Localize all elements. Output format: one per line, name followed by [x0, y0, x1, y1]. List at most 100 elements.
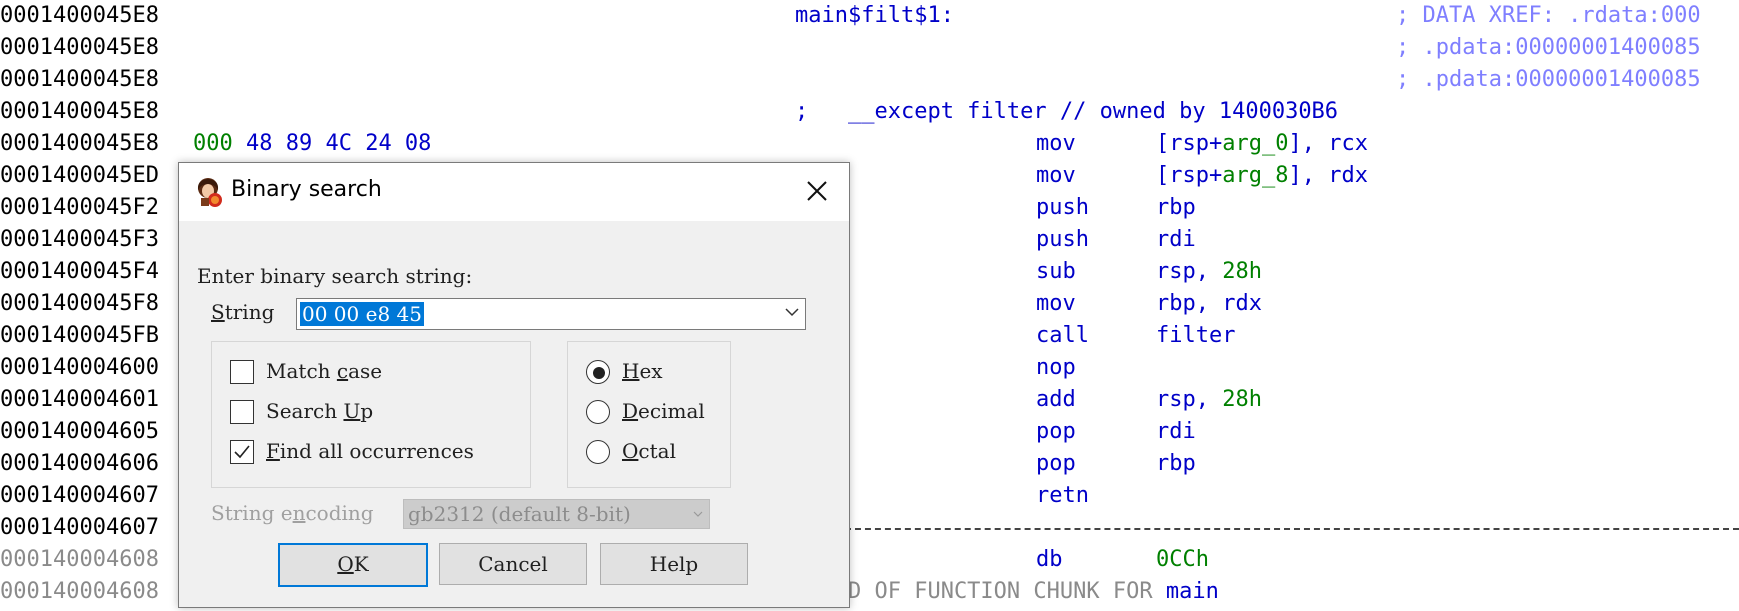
address[interactable]: 0001400045F4: [0, 256, 159, 288]
options-group: Match case Search Up Find all occurrence…: [211, 341, 531, 488]
listing-row[interactable]: 0001400045E8 ; .pdata:00000001400085: [0, 64, 1739, 96]
address[interactable]: 0001400045E8: [0, 32, 159, 64]
address[interactable]: 0001400045E8: [0, 64, 159, 96]
search-string-value[interactable]: 00 00 e8 45: [300, 302, 424, 326]
listing-row[interactable]: 0001400045E8 ; __except filter // owned b…: [0, 96, 1739, 128]
listing-row[interactable]: 0001400045E8 ; .pdata:00000001400085: [0, 32, 1739, 64]
dialog-titlebar[interactable]: Binary search: [179, 163, 849, 221]
operands[interactable]: rdi: [1156, 416, 1196, 448]
radio-circle[interactable]: [586, 440, 610, 464]
address[interactable]: 0001400045E8: [0, 0, 159, 32]
radio-circle[interactable]: [586, 400, 610, 424]
address[interactable]: 0001400045ED: [0, 160, 159, 192]
chevron-down-icon[interactable]: [785, 308, 799, 317]
opcode-hex[interactable]: 48 89 4C 24 08: [233, 131, 431, 156]
dialog-title: Binary search: [231, 177, 382, 202]
address[interactable]: 0001400045FB: [0, 320, 159, 352]
listing-row[interactable]: 0001400045E8 mov [rsp+arg_0], rcx 000 48 89…: [0, 128, 1739, 160]
mnemonic[interactable]: nop: [1036, 352, 1076, 384]
operand-part[interactable]: 28h: [1222, 259, 1262, 284]
listing-row[interactable]: 0001400045E8 main$filt$1: ; DATA XREF: .rd…: [0, 0, 1739, 32]
operand-part[interactable]: filter: [1156, 323, 1235, 348]
ok-button[interactable]: OK: [278, 543, 428, 587]
operand-part[interactable]: ], rcx: [1288, 131, 1367, 156]
operands[interactable]: 0CCh: [1156, 544, 1209, 576]
operands[interactable]: rdi: [1156, 224, 1196, 256]
mnemonic[interactable]: retn: [1036, 480, 1089, 512]
checkbox-box[interactable]: [230, 360, 254, 384]
operand-part[interactable]: ], rdx: [1288, 163, 1367, 188]
comment[interactable]: ; DATA XREF: .rdata:000: [1396, 0, 1701, 32]
address[interactable]: 000140004607: [0, 512, 159, 544]
operand-part[interactable]: 0CCh: [1156, 547, 1209, 572]
operand-part[interactable]: arg_8: [1222, 163, 1288, 188]
operands[interactable]: rsp, 28h: [1156, 384, 1262, 416]
operands[interactable]: rbp, rdx: [1156, 288, 1262, 320]
mnemonic[interactable]: mov: [1036, 128, 1076, 160]
operand-part[interactable]: rsp,: [1156, 387, 1222, 412]
operand-part[interactable]: [rsp+: [1156, 131, 1222, 156]
help-button[interactable]: Help: [600, 543, 748, 585]
mnemonic[interactable]: pop: [1036, 448, 1076, 480]
comment[interactable]: ; .pdata:00000001400085: [1396, 32, 1701, 64]
cancel-button[interactable]: Cancel: [439, 543, 587, 585]
operand-part[interactable]: arg_0: [1222, 131, 1288, 156]
radio-circle[interactable]: [586, 360, 610, 384]
address[interactable]: 0001400045F8: [0, 288, 159, 320]
address[interactable]: 000140004608: [0, 544, 159, 576]
string-label-rest: tring: [224, 300, 275, 324]
search-prompt-label: Enter binary search string:: [197, 264, 473, 288]
address[interactable]: 0001400045F3: [0, 224, 159, 256]
address[interactable]: 0001400045E8: [0, 96, 159, 128]
search-string-combobox[interactable]: 00 00 e8 45: [296, 298, 806, 330]
close-button[interactable]: [787, 163, 849, 221]
address[interactable]: 000140004606: [0, 448, 159, 480]
comment[interactable]: ; .pdata:00000001400085: [1396, 64, 1701, 96]
address[interactable]: 000140004608: [0, 576, 159, 608]
operand-part[interactable]: rbp: [1156, 451, 1196, 476]
operand-part[interactable]: rsp,: [1156, 259, 1222, 284]
mnemonic[interactable]: mov: [1036, 160, 1076, 192]
operand-part[interactable]: rbp, rdx: [1156, 291, 1262, 316]
operand-part[interactable]: 28h: [1222, 387, 1262, 412]
mnemonic[interactable]: db: [1036, 544, 1063, 576]
mnemonic[interactable]: mov: [1036, 288, 1076, 320]
opcode-bytes[interactable]: 000 48 89 4C 24 08: [193, 128, 431, 160]
operands[interactable]: filter: [1156, 320, 1235, 352]
string-label: String: [211, 300, 274, 324]
operand-part[interactable]: rbp: [1156, 195, 1196, 220]
decimal-label: Decimal: [622, 399, 705, 423]
end-chunk-func[interactable]: main: [1166, 579, 1219, 604]
mnemonic[interactable]: pop: [1036, 416, 1076, 448]
close-icon[interactable]: [806, 180, 828, 202]
address[interactable]: 000140004600: [0, 352, 159, 384]
match-case-label: Match case: [266, 359, 383, 383]
operand-part[interactable]: [rsp+: [1156, 163, 1222, 188]
operands[interactable]: rsp, 28h: [1156, 256, 1262, 288]
mnemonic[interactable]: push: [1036, 224, 1089, 256]
address[interactable]: 000140004607: [0, 480, 159, 512]
opcode-prefix[interactable]: 000: [193, 131, 233, 156]
find-all-label: Find all occurrences: [266, 439, 474, 463]
address[interactable]: 0001400045E8: [0, 128, 159, 160]
address[interactable]: 0001400045F2: [0, 192, 159, 224]
operands[interactable]: [rsp+arg_8], rdx: [1156, 160, 1368, 192]
checkbox-box[interactable]: [230, 440, 254, 464]
mnemonic[interactable]: sub: [1036, 256, 1076, 288]
code-label[interactable]: main$filt$1:: [795, 0, 954, 32]
mnemonic[interactable]: add: [1036, 384, 1076, 416]
checkbox-box[interactable]: [230, 400, 254, 424]
mnemonic[interactable]: call: [1036, 320, 1089, 352]
mnemonic[interactable]: push: [1036, 192, 1089, 224]
operands[interactable]: rbp: [1156, 448, 1196, 480]
end-of-chunk-comment[interactable]: ; END OF FUNCTION CHUNK FOR main: [795, 576, 1219, 608]
octal-label: Octal: [622, 439, 676, 463]
end-chunk-text[interactable]: ; END OF FUNCTION CHUNK FOR: [795, 579, 1166, 604]
operands[interactable]: [rsp+arg_0], rcx: [1156, 128, 1368, 160]
address[interactable]: 000140004601: [0, 384, 159, 416]
operand-part[interactable]: rdi: [1156, 419, 1196, 444]
except-filter-comment[interactable]: ; __except filter // owned by 1400030B6: [795, 96, 1338, 128]
operands[interactable]: rbp: [1156, 192, 1196, 224]
operand-part[interactable]: rdi: [1156, 227, 1196, 252]
address[interactable]: 000140004605: [0, 416, 159, 448]
